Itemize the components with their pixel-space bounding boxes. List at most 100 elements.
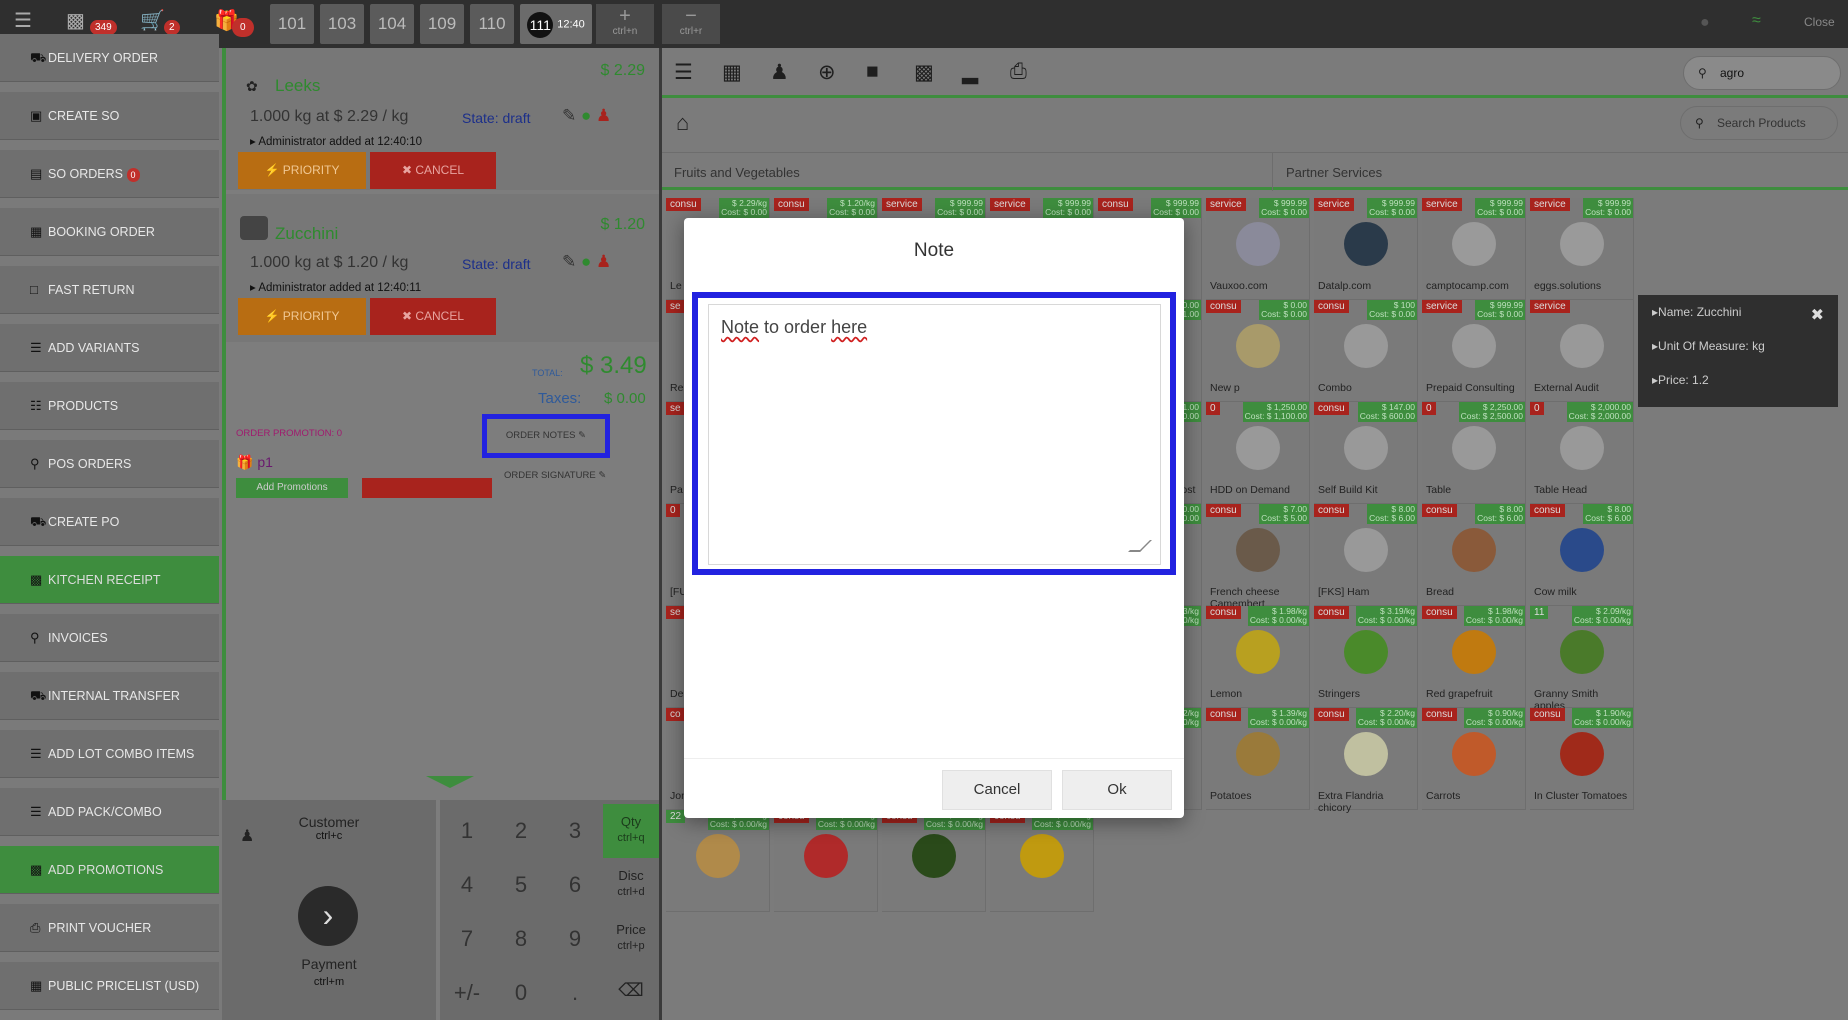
sidebar-item-create-po[interactable]: ⛟ CREATE PO: [0, 498, 219, 546]
sidebar-item-fast-return[interactable]: □ FAST RETURN: [0, 266, 219, 314]
order-notes-button[interactable]: ORDER NOTES ✎: [482, 414, 610, 458]
sidebar-item-delivery-order[interactable]: ⛟ DELIVERY ORDER: [0, 34, 219, 82]
trash-icon[interactable]: ▩: [914, 60, 934, 85]
sidebar-item-add-lot-combo-items[interactable]: ☰ ADD LOT COMBO ITEMS: [0, 730, 219, 778]
cancel-button[interactable]: Cancel: [942, 770, 1052, 810]
add-promotions-button[interactable]: Add Promotions: [236, 478, 348, 498]
product-card[interactable]: consu $ 1.90/kg Cost: $ 0.00/kg In Cluster …: [1530, 708, 1634, 810]
remove-order-button[interactable]: − ctrl+r: [662, 4, 720, 44]
numpad-key[interactable]: 2: [494, 804, 548, 858]
product-card[interactable]: consu $ 7.00 Cost: $ 5.00 French cheese Cam…: [1206, 504, 1310, 610]
sidebar-item-booking-order[interactable]: ▦ BOOKING ORDER: [0, 208, 219, 256]
numpad-key[interactable]: 3: [548, 804, 602, 858]
signal-icon[interactable]: ▂: [962, 60, 978, 85]
product-card[interactable]: 22$ 1.28/kgCost: $ 0.00/kg: [666, 810, 770, 912]
add-icon[interactable]: ⊕: [818, 60, 836, 85]
comment-icon[interactable]: ●: [581, 252, 591, 271]
qty-mode-button[interactable]: Qty ctrl+q: [603, 804, 659, 858]
product-card[interactable]: service $ 999.99 Cost: $ 0.00 Prepaid Consu…: [1422, 300, 1526, 402]
priority-button[interactable]: ⚡ PRIORITY: [238, 298, 366, 335]
payment-button[interactable]: ›: [298, 886, 358, 946]
sidebar-item-pos-orders[interactable]: ⚲ POS ORDERS: [0, 440, 219, 488]
product-card[interactable]: service $ 999.99 Cost: $ 0.00 Vauxoo.com: [1206, 198, 1310, 300]
order-tab-109[interactable]: 109: [420, 4, 464, 44]
cash-icon[interactable]: ▩: [66, 8, 85, 33]
product-card[interactable]: service $ 999.99 Cost: $ 0.00 Datalp.com: [1314, 198, 1418, 300]
menu-icon[interactable]: ☰: [14, 8, 32, 33]
add-customer-icon[interactable]: ♟: [770, 60, 789, 85]
product-card[interactable]: consu $ 8.00 Cost: $ 6.00 [FKS] Ham: [1314, 504, 1418, 606]
edit-icon[interactable]: ✎: [562, 106, 576, 125]
numpad-key[interactable]: 0: [494, 966, 548, 1020]
user-add-icon[interactable]: ♟: [596, 252, 611, 271]
lock-icon[interactable]: ■: [866, 60, 879, 84]
sidebar-item-public-pricelist[interactable]: ▦ PUBLIC PRICELIST (USD): [0, 962, 219, 1010]
chat-icon[interactable]: ●: [1700, 14, 1710, 32]
numpad-key[interactable]: 7: [440, 912, 494, 966]
user-add-icon[interactable]: ♟: [596, 106, 611, 125]
sidebar-item-internal-transfer[interactable]: ⛟ INTERNAL TRANSFER: [0, 672, 219, 720]
order-tab-active[interactable]: 111 12:40: [520, 4, 592, 44]
collapse-arrow-icon[interactable]: [426, 776, 474, 788]
home-icon[interactable]: ⌂: [676, 110, 689, 136]
product-card[interactable]: consu $ 1.98/kg Cost: $ 0.00/kg Lemon: [1206, 606, 1310, 708]
grid-view-icon[interactable]: ▦: [722, 60, 742, 85]
product-card[interactable]: consu$ 2.70/kgCost: $ 0.00/kg: [990, 810, 1094, 912]
sidebar-item-create-so[interactable]: ▣ CREATE SO: [0, 92, 219, 140]
search-products-input[interactable]: ⚲ Search Products: [1680, 106, 1838, 140]
product-card[interactable]: consu $ 8.00 Cost: $ 6.00 Bread: [1422, 504, 1526, 606]
numpad-key[interactable]: 4: [440, 858, 494, 912]
product-card[interactable]: service $ 999.99 Cost: $ 0.00 eggs.solution…: [1530, 198, 1634, 300]
print-icon[interactable]: ⎙: [1010, 60, 1027, 84]
sidebar-item-kitchen-receipt[interactable]: ▩ KITCHEN RECEIPT: [0, 556, 219, 604]
cancel-line-button[interactable]: ✖ CANCEL: [370, 152, 496, 189]
priority-button[interactable]: ⚡ PRIORITY: [238, 152, 366, 189]
sidebar-item-invoices[interactable]: ⚲ INVOICES: [0, 614, 219, 662]
new-order-button[interactable]: + ctrl+n: [596, 4, 654, 44]
remove-promotions-button[interactable]: [362, 478, 492, 498]
order-tab-104[interactable]: 104: [370, 4, 414, 44]
sidebar-item-add-pack-combo[interactable]: ☰ ADD PACK/COMBO: [0, 788, 219, 836]
numpad-key[interactable]: 1: [440, 804, 494, 858]
product-card[interactable]: consu $ 8.00 Cost: $ 6.00 Cow milk: [1530, 504, 1634, 606]
product-card[interactable]: consu $ 3.19/kg Cost: $ 0.00/kg Stringers: [1314, 606, 1418, 708]
product-card[interactable]: consu $ 0.00 Cost: $ 0.00 New p: [1206, 300, 1310, 402]
numpad-key[interactable]: 9: [548, 912, 602, 966]
order-line[interactable]: ✿ Leeks $ 2.29 1.000 kg at $ 2.29 / kg S…: [226, 48, 659, 190]
product-card[interactable]: 11 $ 2.09/kg Cost: $ 0.00/kg Granny Smith a…: [1530, 606, 1634, 712]
product-card[interactable]: service $ 999.99 Cost: $ 0.00 camptocamp.co…: [1422, 198, 1526, 300]
order-tab-110[interactable]: 110: [470, 4, 514, 44]
cart-icon[interactable]: 🛒: [140, 8, 165, 33]
product-card[interactable]: consu $ 147.00 Cost: $ 600.00 Self Build Ki…: [1314, 402, 1418, 504]
product-card[interactable]: consu $ 1.39/kg Cost: $ 0.00/kg Potatoes: [1206, 708, 1310, 810]
close-icon[interactable]: ✖: [1811, 305, 1824, 325]
sidebar-item-print-voucher[interactable]: ⎙ PRINT VOUCHER: [0, 904, 219, 952]
product-card[interactable]: consu $ 100 Cost: $ 0.00 Combo: [1314, 300, 1418, 402]
product-card[interactable]: service External Audit: [1530, 300, 1634, 402]
sidebar-item-add-promotions[interactable]: ▩ ADD PROMOTIONS: [0, 846, 219, 894]
list-view-icon[interactable]: ☰: [674, 60, 693, 85]
order-line[interactable]: Zucchini $ 1.20 1.000 kg at $ 1.20 / kg …: [226, 194, 659, 342]
resize-handle[interactable]: [1128, 540, 1152, 552]
sidebar-item-products[interactable]: ☷ PRODUCTS: [0, 382, 219, 430]
order-tab-101[interactable]: 101: [270, 4, 314, 44]
order-tab-103[interactable]: 103: [320, 4, 364, 44]
product-card[interactable]: 0 $ 1,250.00 Cost: $ 1,100.00 HDD on Demand: [1206, 402, 1310, 504]
price-mode-button[interactable]: Price ctrl+p: [603, 912, 659, 966]
disc-mode-button[interactable]: Disc ctrl+d: [603, 858, 659, 912]
product-card[interactable]: consu $ 1.98/kg Cost: $ 0.00/kg Red grapefr…: [1422, 606, 1526, 708]
numpad-key[interactable]: 5: [494, 858, 548, 912]
edit-icon[interactable]: ✎: [562, 252, 576, 271]
order-signature-button[interactable]: ORDER SIGNATURE ✎: [504, 470, 606, 481]
numpad-key[interactable]: 6: [548, 858, 602, 912]
note-textarea[interactable]: Note to order here: [708, 304, 1161, 565]
comment-icon[interactable]: ●: [581, 106, 591, 125]
product-card[interactable]: consu $ 0.90/kg Cost: $ 0.00/kg Carrots: [1422, 708, 1526, 810]
search-input[interactable]: ⚲ agro: [1683, 56, 1841, 90]
ok-button[interactable]: Ok: [1062, 770, 1172, 810]
product-card[interactable]: 0 $ 2,000.00 Cost: $ 2,000.00 Table Head: [1530, 402, 1634, 504]
sidebar-item-add-variants[interactable]: ☰ ADD VARIANTS: [0, 324, 219, 372]
customer-button[interactable]: ♟ Customer ctrl+c: [222, 804, 436, 864]
cancel-line-button[interactable]: ✖ CANCEL: [370, 298, 496, 335]
numpad-key[interactable]: .: [548, 966, 602, 1020]
